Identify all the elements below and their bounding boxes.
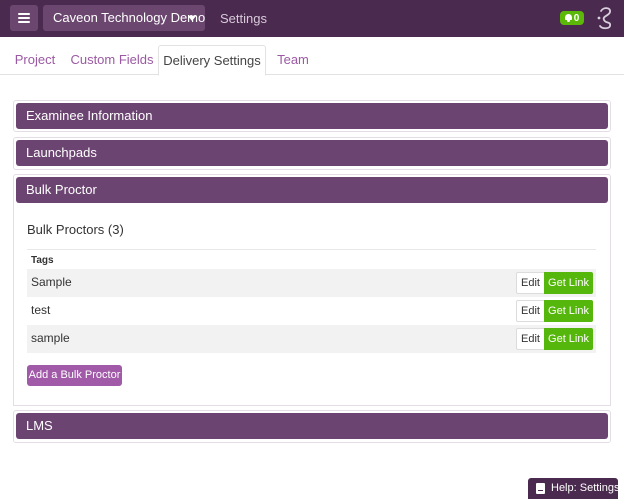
divider (27, 249, 596, 250)
add-bulk-proctor-button[interactable]: Add a Bulk Proctor (27, 365, 122, 386)
tab-custom-fields[interactable]: Custom Fields (66, 45, 158, 75)
bulk-proctor-header[interactable]: Bulk Proctor (16, 177, 608, 203)
hamburger-icon (18, 13, 30, 23)
get-link-button[interactable]: Get Link (544, 272, 593, 294)
edit-button[interactable]: Edit (516, 272, 545, 294)
settings-link[interactable]: Settings (220, 0, 267, 37)
proctor-name: Sample (31, 275, 72, 289)
edit-button[interactable]: Edit (516, 300, 545, 322)
examinee-information-header[interactable]: Examinee Information (16, 103, 608, 129)
tab-project[interactable]: Project (6, 45, 64, 75)
top-navbar: Caveon Technology Demo Settings 0 (0, 0, 624, 37)
table-row: test Edit Get Link (27, 297, 596, 325)
caveon-logo-icon (597, 7, 612, 30)
lms-header[interactable]: LMS (16, 413, 608, 439)
launchpads-header[interactable]: Launchpads (16, 140, 608, 166)
settings-tabs: Project Custom Fields Delivery Settings … (0, 45, 624, 76)
bulk-proctors-title: Bulk Proctors (3) (27, 222, 124, 237)
organization-name: Caveon Technology Demo (53, 10, 206, 25)
edit-button[interactable]: Edit (516, 328, 545, 350)
get-link-button[interactable]: Get Link (544, 328, 593, 350)
get-link-button[interactable]: Get Link (544, 300, 593, 322)
proctor-name: sample (31, 331, 70, 345)
help-settings-button[interactable]: Help: Settings (528, 478, 620, 499)
book-icon (536, 483, 545, 494)
tab-team[interactable]: Team (268, 45, 318, 75)
organization-dropdown[interactable]: Caveon Technology Demo (43, 5, 205, 31)
table-row: sample Edit Get Link (27, 325, 596, 353)
column-header-tags: Tags (31, 255, 54, 266)
notification-count: 0 (573, 12, 580, 24)
bell-icon (564, 14, 572, 22)
help-label: Help: Settings (551, 482, 620, 494)
proctor-name: test (31, 303, 51, 317)
caret-down-icon (188, 16, 196, 21)
hamburger-menu-button[interactable] (10, 5, 38, 31)
notification-badge[interactable]: 0 (560, 11, 584, 25)
tab-delivery-settings[interactable]: Delivery Settings (158, 45, 266, 76)
table-row: Sample Edit Get Link (27, 269, 596, 297)
